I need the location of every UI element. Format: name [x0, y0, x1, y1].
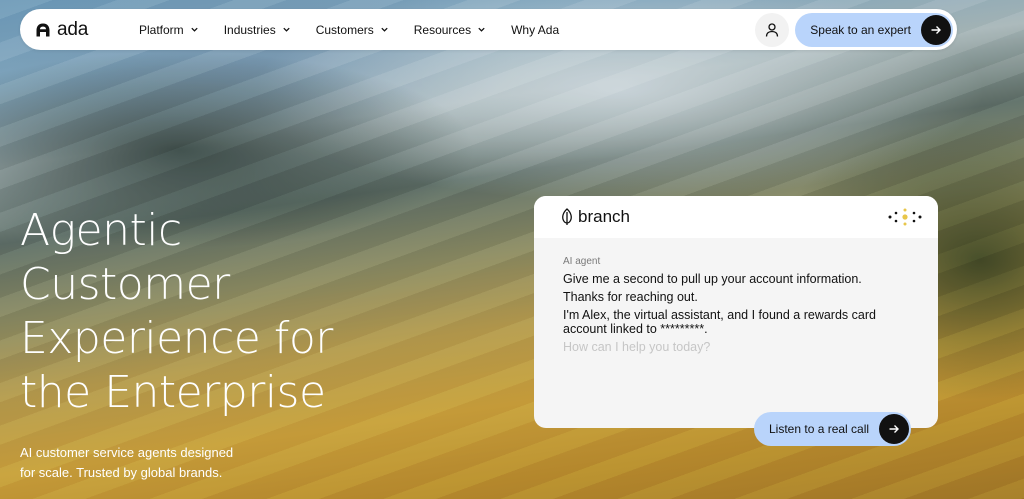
top-navigation: ada Platform Industries Customers Resour…: [20, 9, 957, 50]
arrow-circle: [879, 414, 910, 444]
nav-item-label: Industries: [223, 22, 276, 37]
chevron-down-icon: [381, 27, 388, 32]
chat-demo-card: branch AI agent Give me a second to pull…: [534, 196, 938, 446]
button-label: Listen to a real call: [769, 422, 870, 436]
hero-title-line: the Enterprise: [20, 367, 326, 418]
chat-message: Thanks for reaching out.: [563, 290, 698, 304]
button-label: Speak to an expert: [810, 22, 911, 37]
speak-to-expert-button[interactable]: Speak to an expert: [795, 12, 953, 47]
arrow-right-icon: [931, 25, 941, 34]
arrow-right-icon: [889, 425, 900, 433]
hero-title-line: Customer: [20, 259, 230, 310]
nav-item-why-ada[interactable]: Why Ada: [511, 23, 559, 37]
nav-item-resources[interactable]: Resources: [414, 23, 486, 37]
nav-item-label: Why Ada: [511, 22, 560, 37]
chat-message: I'm Alex, the virtual assistant, and I f…: [563, 308, 876, 336]
ada-spark-icon: [888, 208, 922, 226]
user-icon: [766, 22, 779, 37]
chat-transcript: AI agent Give me a second to pull up you…: [534, 238, 938, 354]
hero-title-line: Experience for: [20, 313, 333, 364]
hero-subtitle-line: for scale. Trusted by global brands.: [20, 465, 223, 480]
nav-item-customers[interactable]: Customers: [316, 23, 389, 37]
chevron-down-icon: [191, 27, 198, 32]
chat-message: Give me a second to pull up your account…: [563, 272, 862, 286]
ada-logo-icon: [36, 23, 50, 36]
hero-title: Agentic Customer Experience for the Ente…: [20, 204, 440, 420]
chevron-down-icon: [283, 27, 290, 32]
nav-item-industries[interactable]: Industries: [224, 23, 291, 37]
nav-item-label: Customers: [315, 22, 374, 37]
agent-label: AI agent: [563, 256, 601, 267]
listen-to-call-button[interactable]: Listen to a real call: [754, 412, 912, 446]
account-button[interactable]: [755, 12, 790, 47]
hero-title-line: Agentic: [20, 205, 182, 256]
chat-input-placeholder[interactable]: How can I help you today?: [563, 340, 910, 354]
hero-subtitle: AI customer service agents designed for …: [20, 443, 270, 483]
logo-text: ada: [57, 18, 89, 40]
chat-card-header: branch: [534, 196, 938, 238]
nav-item-label: Platform: [139, 22, 184, 37]
nav-item-platform[interactable]: Platform: [139, 23, 199, 37]
nav-menu: Platform Industries Customers Resources …: [139, 23, 584, 37]
nav-actions: Speak to an expert: [755, 12, 953, 47]
leaf-icon: [562, 208, 572, 225]
chevron-down-icon: [478, 27, 485, 32]
nav-item-label: Resources: [413, 22, 472, 37]
arrow-circle: [921, 14, 951, 45]
brand-name: branch: [578, 207, 630, 226]
ada-logo[interactable]: ada: [35, 19, 125, 41]
hero-subtitle-line: AI customer service agents designed: [20, 445, 234, 460]
